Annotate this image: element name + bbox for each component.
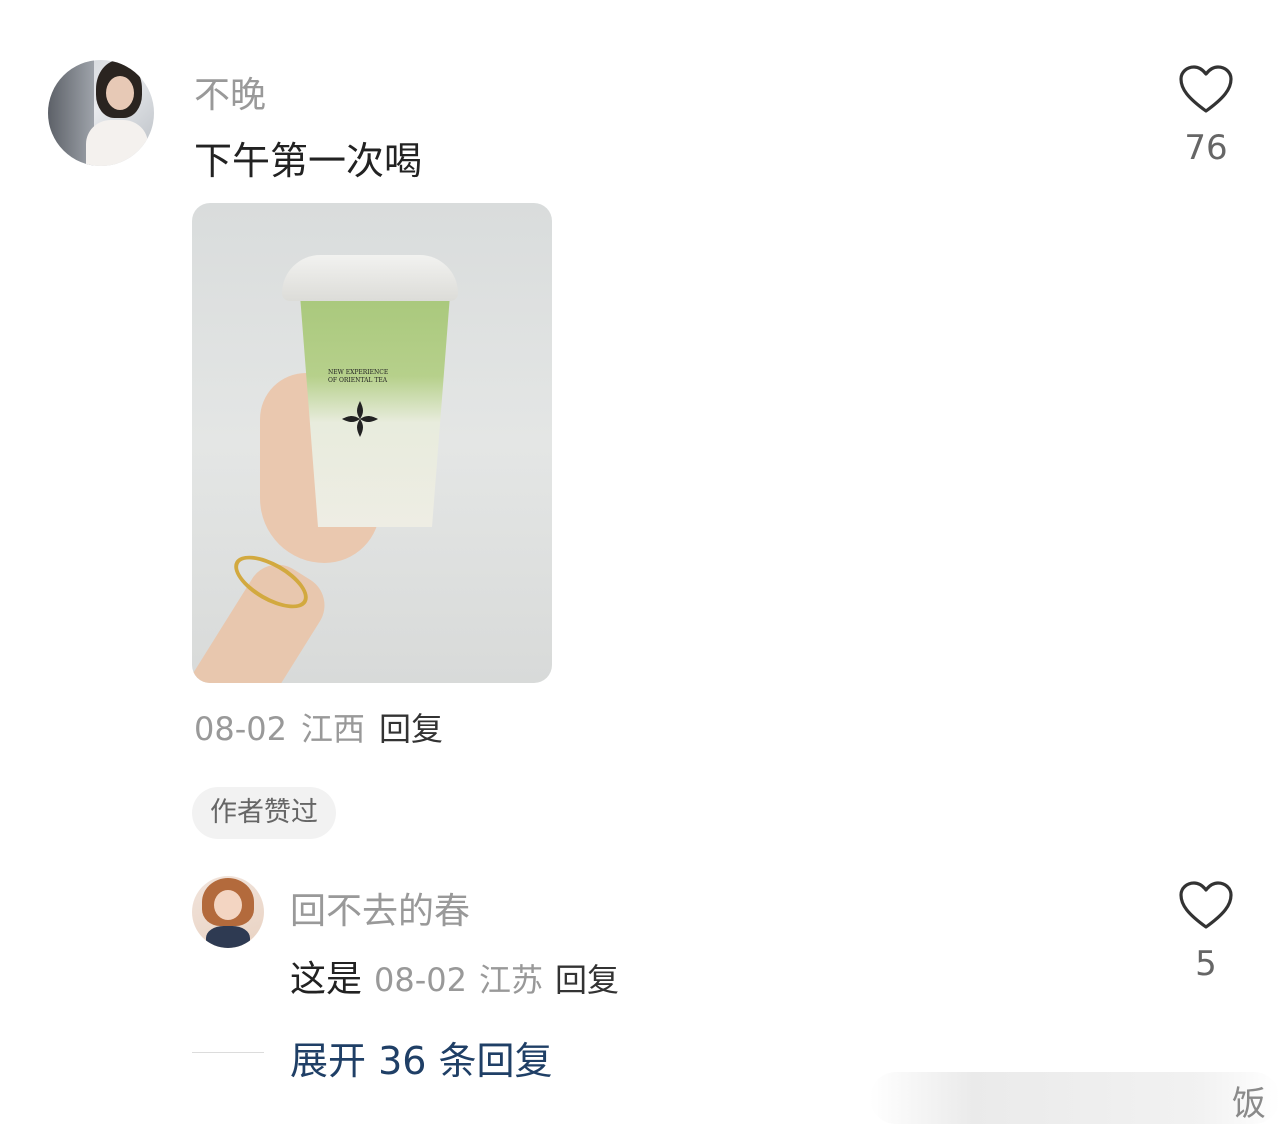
comment-username[interactable]: 不晚 bbox=[194, 66, 266, 118]
heart-icon bbox=[1179, 65, 1233, 113]
reply-like-button[interactable]: 5 bbox=[1176, 880, 1236, 984]
watermark: 饭 bbox=[870, 1072, 1280, 1124]
comment-location: 江西 bbox=[300, 710, 365, 748]
comment-text: 下午第一次喝 bbox=[194, 139, 423, 183]
divider bbox=[192, 1052, 264, 1053]
comment-meta: 08-02 江西 回复 bbox=[194, 704, 443, 750]
cup-print-text: NEW EXPERIENCE OF ORIENTAL TEA bbox=[328, 369, 389, 384]
user-avatar[interactable] bbox=[48, 60, 154, 166]
reply-location: 江苏 bbox=[479, 961, 544, 999]
comment-thread: 不晚 下午第一次喝 76 NEW EXPERIENCE OF ORIENTAL … bbox=[0, 0, 1284, 1128]
like-count: 76 bbox=[1184, 128, 1228, 168]
reply-content: 这是 08-02 江苏 回复 bbox=[290, 950, 619, 1002]
flower-logo-icon bbox=[342, 401, 378, 437]
watermark-text: 饭 bbox=[1232, 1084, 1266, 1124]
reply-date: 08-02 bbox=[374, 961, 467, 999]
author-liked-badge: 作者赞过 bbox=[192, 787, 336, 839]
reply-button[interactable]: 回复 bbox=[379, 710, 443, 748]
like-button[interactable]: 76 bbox=[1176, 64, 1236, 168]
heart-icon bbox=[1179, 881, 1233, 929]
reply-user-avatar[interactable] bbox=[192, 876, 264, 948]
expand-replies-link[interactable]: 展开 36 条回复 bbox=[290, 1030, 553, 1085]
comment-image[interactable]: NEW EXPERIENCE OF ORIENTAL TEA bbox=[192, 203, 552, 683]
reply-username[interactable]: 回不去的春 bbox=[290, 882, 470, 934]
reply-like-count: 5 bbox=[1195, 944, 1217, 984]
reply-text: 这是 bbox=[290, 959, 363, 1000]
comment-date: 08-02 bbox=[194, 710, 287, 748]
reply-reply-button[interactable]: 回复 bbox=[555, 961, 619, 999]
